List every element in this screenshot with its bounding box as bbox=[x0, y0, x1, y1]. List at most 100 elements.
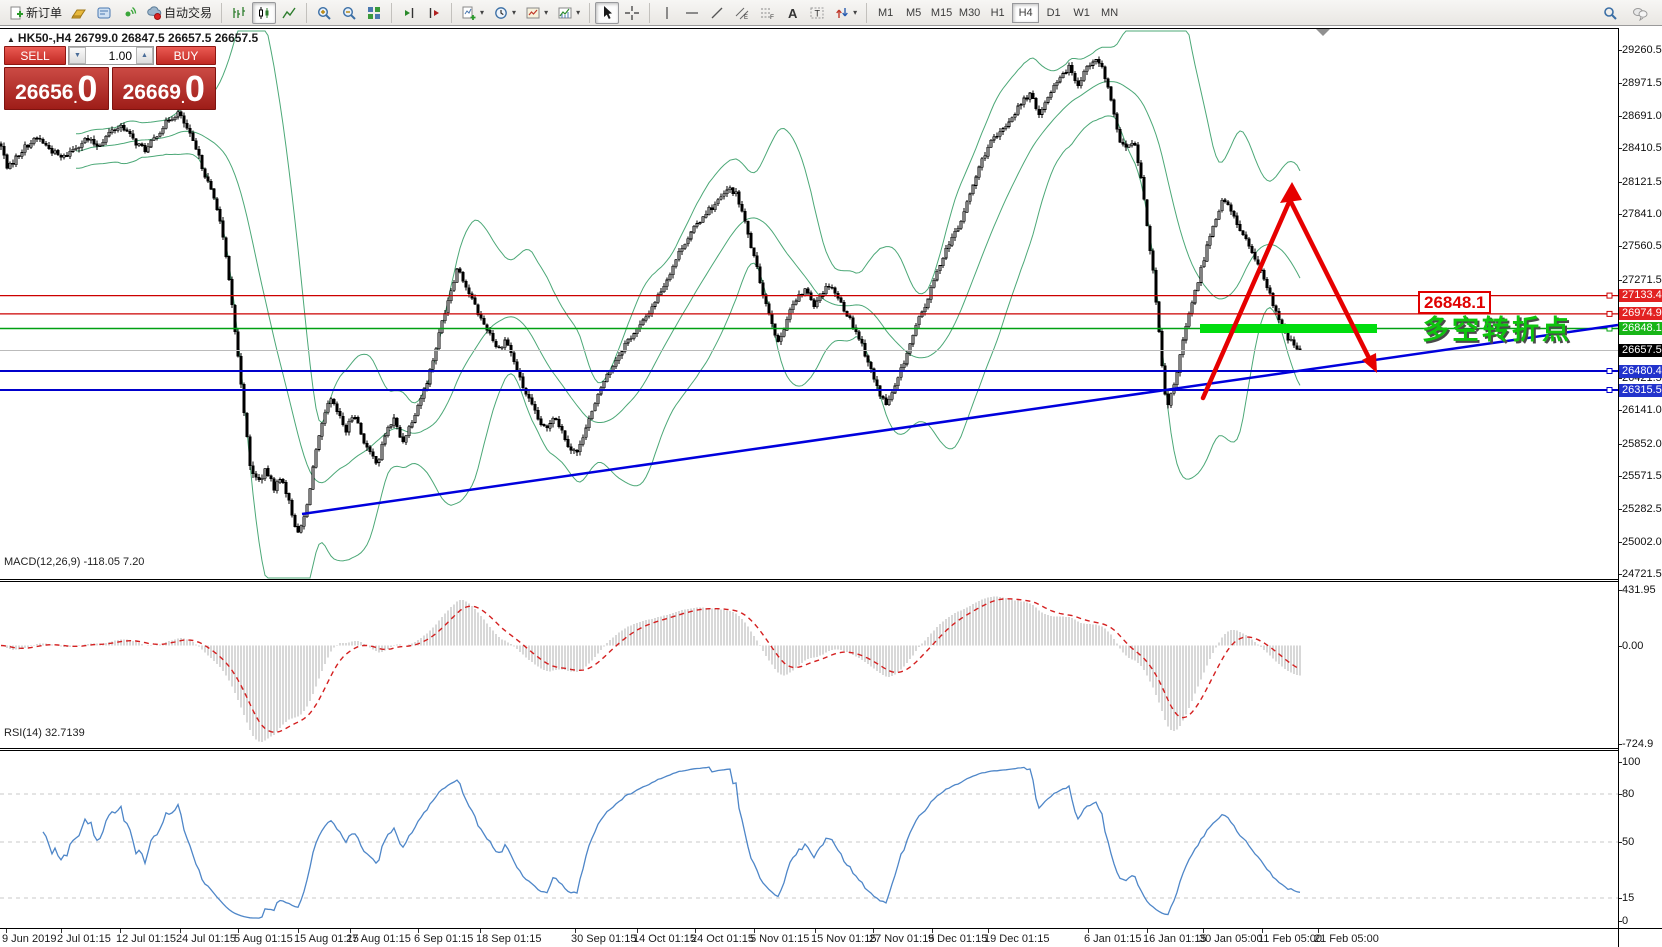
vertical-line-button[interactable] bbox=[655, 2, 679, 24]
templates-button[interactable]: ▾ bbox=[521, 2, 552, 24]
chart-shift-button[interactable] bbox=[422, 2, 446, 24]
chart-shift-marker[interactable] bbox=[1316, 29, 1330, 36]
sell-button[interactable]: SELL bbox=[4, 46, 66, 65]
price-tag-26974.9: 26974.9 bbox=[1619, 307, 1662, 320]
time-label: 15 Nov 01:15 bbox=[811, 933, 876, 945]
time-label: 6 Sep 01:15 bbox=[414, 933, 473, 945]
support-line-26315-anchor[interactable] bbox=[1607, 388, 1612, 393]
periods-button[interactable]: ▾ bbox=[489, 2, 520, 24]
tf-m5-button[interactable]: M5 bbox=[900, 3, 927, 23]
data-window-icon bbox=[121, 5, 137, 21]
turning-point-annotation[interactable]: 多空转折点 bbox=[1422, 308, 1572, 347]
crosshair-button[interactable] bbox=[620, 2, 644, 24]
tf-w1-button[interactable]: W1 bbox=[1068, 3, 1095, 23]
time-label: 27 Aug 01:15 bbox=[346, 933, 411, 945]
periods-icon bbox=[493, 5, 509, 21]
tf-h1-button[interactable]: H1 bbox=[984, 3, 1011, 23]
auto-scroll-icon bbox=[401, 5, 417, 21]
svg-text:T: T bbox=[815, 8, 821, 18]
new-order-button[interactable]: 新订单 bbox=[4, 2, 66, 24]
indicators-icon bbox=[557, 5, 573, 21]
horizontal-line-button[interactable] bbox=[680, 2, 704, 24]
time-label: 9 Jun 2019 bbox=[2, 933, 56, 945]
resistance-line-27133-anchor[interactable] bbox=[1607, 293, 1612, 298]
chart-shift-icon bbox=[426, 5, 442, 21]
auto-trading-button[interactable]: 自动交易 bbox=[142, 2, 216, 24]
text-label-button[interactable]: T bbox=[805, 2, 829, 24]
volume-input[interactable] bbox=[86, 47, 136, 64]
price-axis: 29260.528971.528691.028410.528121.527841… bbox=[1618, 28, 1662, 947]
indicators-dropdown-icon[interactable]: ▾ bbox=[576, 8, 580, 17]
tf-m30-button[interactable]: M30 bbox=[956, 3, 983, 23]
line-chart-mode-button[interactable] bbox=[277, 2, 301, 24]
rsi-axis-label: 15 bbox=[1622, 892, 1634, 904]
chat-icon[interactable] bbox=[1628, 2, 1652, 24]
toolbar-separator bbox=[589, 3, 590, 23]
bar-chart-mode-button[interactable] bbox=[227, 2, 251, 24]
templates-dropdown-icon[interactable]: ▾ bbox=[544, 8, 548, 17]
toolbar-separator bbox=[649, 3, 650, 23]
axis-bottom-border bbox=[1619, 928, 1662, 929]
auto-scroll-button[interactable] bbox=[397, 2, 421, 24]
zoom-in-button[interactable] bbox=[312, 2, 336, 24]
symbol-collapse-icon[interactable]: ▲ bbox=[7, 35, 15, 44]
candlestick-mode-button[interactable] bbox=[252, 2, 276, 24]
macd-histogram bbox=[1, 596, 1300, 742]
trend-arrow-leg[interactable] bbox=[1203, 200, 1290, 398]
ascending-trendline[interactable] bbox=[302, 325, 1618, 514]
chart-surface[interactable] bbox=[0, 28, 1618, 947]
svg-text:E: E bbox=[744, 15, 748, 21]
time-label: 18 Sep 01:15 bbox=[476, 933, 541, 945]
equidistant-channel-button[interactable]: E bbox=[730, 2, 754, 24]
cursor-button[interactable] bbox=[595, 2, 619, 24]
tile-windows-button[interactable] bbox=[362, 2, 386, 24]
tf-d1-button[interactable]: D1 bbox=[1040, 3, 1067, 23]
volume-decrease-button[interactable]: ▼ bbox=[69, 47, 86, 64]
rsi-indicator-label: RSI(14) 32.7139 bbox=[4, 727, 85, 739]
buy-price-button[interactable]: 26669.0 bbox=[112, 67, 217, 110]
trend-arrow-head[interactable] bbox=[1280, 182, 1302, 203]
periods-dropdown-icon[interactable]: ▾ bbox=[512, 8, 516, 17]
vertical-line-icon bbox=[659, 5, 675, 21]
macd-indicator-label: MACD(12,26,9) -118.05 7.20 bbox=[4, 556, 144, 568]
sell-price-button[interactable]: 26656.0 bbox=[4, 67, 109, 110]
resistance-line-26974-anchor[interactable] bbox=[1607, 311, 1612, 316]
indicators-button[interactable]: ▾ bbox=[553, 2, 584, 24]
search-icon[interactable] bbox=[1598, 2, 1622, 24]
support-line-26480-anchor[interactable] bbox=[1607, 369, 1612, 374]
zoom-in-icon bbox=[316, 5, 332, 21]
symbol-info: ▲HK50-,H4 26799.0 26847.5 26657.5 26657.… bbox=[7, 31, 258, 45]
price-tag-26480.4: 26480.4 bbox=[1619, 365, 1662, 378]
one-click-trading-panel: SELL ▼ ▲ BUY 26656.0 26669.0 bbox=[4, 46, 216, 110]
macd-signal-line bbox=[1, 599, 1300, 733]
new-chart-button[interactable]: ▾ bbox=[457, 2, 488, 24]
time-label: 5 Aug 01:15 bbox=[234, 933, 293, 945]
fibonacci-button[interactable]: F bbox=[755, 2, 779, 24]
tf-m15-button[interactable]: M15 bbox=[928, 3, 955, 23]
arrows-button[interactable]: ▾ bbox=[830, 2, 861, 24]
tf-mn-button[interactable]: MN bbox=[1096, 3, 1123, 23]
text-icon: A bbox=[784, 5, 800, 21]
time-label: 9 Dec 01:15 bbox=[928, 933, 987, 945]
new-chart-dropdown-icon[interactable]: ▾ bbox=[480, 8, 484, 17]
sell-price-main: 26656 bbox=[15, 80, 73, 106]
macd-axis-label: -724.9 bbox=[1622, 738, 1653, 750]
data-window-button[interactable] bbox=[117, 2, 141, 24]
arrows-dropdown-icon[interactable]: ▾ bbox=[853, 8, 857, 17]
buy-button[interactable]: BUY bbox=[156, 46, 216, 65]
axis-tick-label: 28121.5 bbox=[1622, 176, 1662, 188]
axis-tick-label: 25002.0 bbox=[1622, 536, 1662, 548]
volume-increase-button[interactable]: ▲ bbox=[136, 47, 153, 64]
tf-h4-button[interactable]: H4 bbox=[1012, 3, 1039, 23]
tf-m1-button[interactable]: M1 bbox=[872, 3, 899, 23]
price-tag-26848.1: 26848.1 bbox=[1619, 322, 1662, 335]
zoom-out-button[interactable] bbox=[337, 2, 361, 24]
trendline-button[interactable] bbox=[705, 2, 729, 24]
market-watch-button[interactable] bbox=[67, 2, 91, 24]
axis-tick-label: 27271.5 bbox=[1622, 274, 1662, 286]
text-button[interactable]: A bbox=[780, 2, 804, 24]
navigator-button[interactable] bbox=[92, 2, 116, 24]
trend-arrow-leg[interactable] bbox=[1290, 200, 1369, 358]
chart-window: 29260.528971.528691.028410.528121.527841… bbox=[0, 27, 1662, 947]
equidistant-channel-icon: E bbox=[734, 5, 750, 21]
